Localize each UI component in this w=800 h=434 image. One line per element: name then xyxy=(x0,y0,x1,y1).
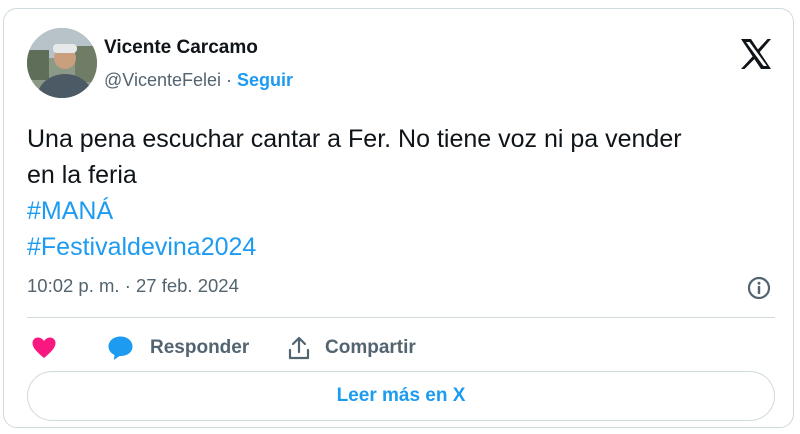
avatar[interactable] xyxy=(27,28,97,98)
tweet-text-line-2: en la feria xyxy=(27,161,137,189)
share-label: Compartir xyxy=(325,337,416,358)
tweet-text: Una pena escuchar cantar a Fer. No tiene… xyxy=(27,121,777,265)
embedded-tweet-card: Vicente Carcamo @VicenteFelei · Seguir U… xyxy=(3,8,794,428)
reply-label: Responder xyxy=(150,337,250,358)
share-button[interactable]: Compartir xyxy=(287,332,416,364)
read-more-button[interactable]: Leer más en X xyxy=(27,371,775,421)
tweet-timestamp[interactable]: 10:02 p. m. · 27 feb. 2024 xyxy=(27,275,239,297)
x-logo-icon[interactable] xyxy=(738,36,774,72)
separator: · xyxy=(226,70,233,90)
hashtag-festivaldevina2024[interactable]: #Festivaldevina2024 xyxy=(27,229,777,265)
author-name[interactable]: Vicente Carcamo xyxy=(104,37,258,59)
hashtag-mana[interactable]: #MANÁ xyxy=(27,193,777,229)
speech-bubble-icon xyxy=(108,336,133,360)
follow-button[interactable]: Seguir xyxy=(237,70,293,90)
share-icon xyxy=(288,336,310,360)
author-handle[interactable]: @VicenteFelei xyxy=(104,70,221,90)
tweet-text-line-1: Una pena escuchar cantar a Fer. No tiene… xyxy=(27,125,682,153)
info-icon[interactable] xyxy=(745,274,773,302)
like-button[interactable] xyxy=(31,332,57,364)
divider xyxy=(27,317,775,318)
reply-button[interactable]: Responder xyxy=(107,332,249,364)
heart-icon xyxy=(32,337,56,358)
author-handle-row: @VicenteFelei · Seguir xyxy=(104,70,293,91)
